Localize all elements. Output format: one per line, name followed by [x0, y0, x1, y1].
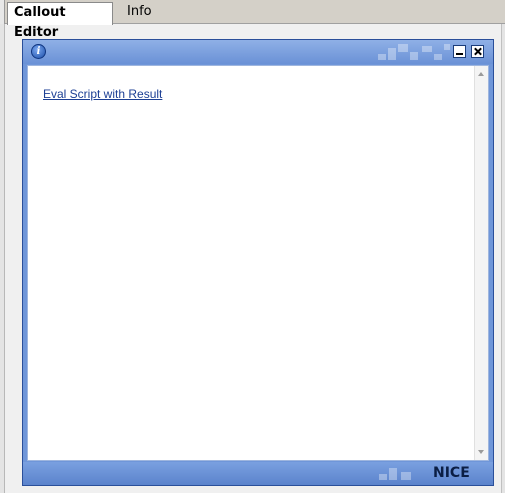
scroll-up-arrow-icon[interactable] [478, 72, 484, 76]
right-frame [501, 24, 505, 493]
info-icon: i [31, 44, 46, 59]
callout-panel: i Eval Script with Result NICE [22, 39, 494, 486]
tab-info[interactable]: Info [121, 2, 161, 24]
minimize-button[interactable] [453, 45, 466, 58]
panel-header: i [23, 40, 493, 64]
panel-content: Eval Script with Result [27, 65, 489, 461]
panel-footer: NICE [23, 462, 493, 485]
close-button[interactable] [471, 45, 484, 58]
header-decoration [378, 42, 458, 62]
scroll-down-arrow-icon[interactable] [478, 450, 484, 454]
tab-callout-editor[interactable]: Callout Editor [7, 2, 113, 40]
tab-strip: Callout Editor Info [0, 0, 505, 40]
nice-logo: NICE [433, 465, 470, 481]
eval-script-link[interactable]: Eval Script with Result [43, 87, 162, 101]
left-frame [0, 24, 5, 493]
app-window: Callout Editor Info i Eval Script with R… [0, 0, 505, 493]
footer-decoration [379, 464, 419, 483]
vertical-scrollbar[interactable] [474, 66, 488, 460]
